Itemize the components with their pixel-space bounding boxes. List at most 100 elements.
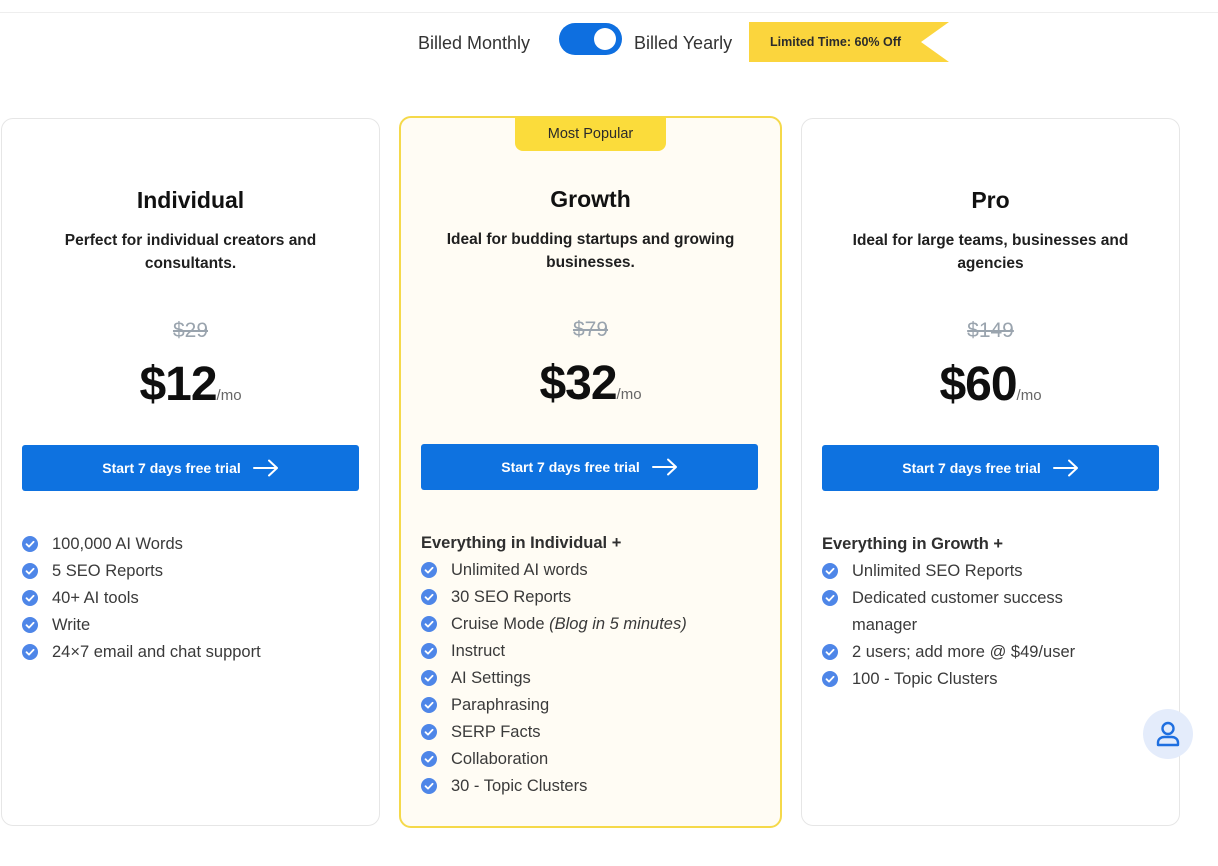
billing-switch-knob <box>594 28 616 50</box>
arrow-right-icon <box>651 458 677 476</box>
check-circle-icon <box>421 562 437 578</box>
feature-text: Collaboration <box>451 750 549 768</box>
feature-text: 30 - Topic Clusters <box>451 777 588 795</box>
check-circle-icon <box>22 590 38 606</box>
plan-card-individual: Individual Perfect for individual creato… <box>1 118 380 826</box>
feature-list: 100,000 AI Words 5 SEO Reports 40+ AI to… <box>22 531 369 666</box>
feature-item: 100,000 AI Words <box>22 531 369 558</box>
check-circle-icon <box>421 697 437 713</box>
current-price: $12 <box>139 358 217 411</box>
feature-item: Collaboration <box>421 746 770 773</box>
feature-item: 30 SEO Reports <box>421 584 770 611</box>
feature-item: 5 SEO Reports <box>22 558 369 585</box>
check-circle-icon <box>822 644 838 660</box>
feature-item: 30 - Topic Clusters <box>421 773 770 800</box>
price-period: /mo <box>616 386 642 403</box>
feature-note: (Blog in 5 minutes) <box>549 615 687 633</box>
feature-item: Dedicated customer success manager <box>822 585 1169 639</box>
feature-item: Paraphrasing <box>421 692 770 719</box>
plan-name: Growth <box>550 186 631 212</box>
start-trial-label: Start 7 days free trial <box>102 460 241 476</box>
feature-text: 2 users; add more @ $49/user <box>852 643 1076 661</box>
support-chat-button[interactable] <box>1143 709 1193 759</box>
feature-text: Instruct <box>451 642 506 660</box>
start-trial-button[interactable]: Start 7 days free trial <box>421 444 758 490</box>
feature-text: 40+ AI tools <box>52 589 139 607</box>
check-circle-icon <box>421 670 437 686</box>
feature-list: Everything in Individual + Unlimited AI … <box>421 530 770 800</box>
check-circle-icon <box>22 617 38 633</box>
feature-text: Unlimited SEO Reports <box>852 562 1023 580</box>
check-circle-icon <box>822 671 838 687</box>
feature-item: Cruise Mode (Blog in 5 minutes) <box>421 611 770 638</box>
start-trial-label: Start 7 days free trial <box>501 459 640 475</box>
price-row: $32/mo <box>401 356 780 411</box>
feature-text: Cruise Mode (Blog in 5 minutes) <box>451 611 687 638</box>
plan-name: Pro <box>971 187 1010 213</box>
feature-text: 100,000 AI Words <box>52 535 183 553</box>
user-icon <box>1156 721 1180 747</box>
check-circle-icon <box>22 563 38 579</box>
check-circle-icon <box>421 589 437 605</box>
feature-item: Write <box>22 612 369 639</box>
feature-item: Instruct <box>421 638 770 665</box>
feature-text: 100 - Topic Clusters <box>852 670 998 688</box>
feature-item: 40+ AI tools <box>22 585 369 612</box>
arrow-right-icon <box>1052 459 1078 477</box>
price-row: $60/mo <box>802 357 1179 412</box>
feature-item: 100 - Topic Clusters <box>822 666 1169 693</box>
most-popular-badge: Most Popular <box>515 117 666 151</box>
billed-yearly-label[interactable]: Billed Yearly <box>634 33 732 54</box>
check-circle-icon <box>22 536 38 552</box>
feature-text-main: Cruise Mode <box>451 615 545 633</box>
current-price: $32 <box>539 357 617 410</box>
check-circle-icon <box>822 563 838 579</box>
feature-text: Dedicated customer success manager <box>852 589 1063 634</box>
promo-ribbon: Limited Time: 60% Off <box>749 22 949 62</box>
plan-description: Ideal for large teams, businesses and ag… <box>852 232 1129 272</box>
feature-heading: Everything in Growth + <box>822 535 1004 553</box>
feature-item: 2 users; add more @ $49/user <box>822 639 1169 666</box>
feature-text: 30 SEO Reports <box>451 588 572 606</box>
plan-card-growth: Most Popular Growth Ideal for budding st… <box>399 116 782 828</box>
feature-item: SERP Facts <box>421 719 770 746</box>
feature-item: 24×7 email and chat support <box>22 639 369 666</box>
price-period: /mo <box>216 387 242 404</box>
original-price: $79 <box>572 318 609 341</box>
feature-text: Write <box>52 616 91 634</box>
check-circle-icon <box>421 724 437 740</box>
check-circle-icon <box>421 778 437 794</box>
feature-item: AI Settings <box>421 665 770 692</box>
check-circle-icon <box>822 590 838 606</box>
top-divider <box>0 12 1218 13</box>
billing-switch[interactable] <box>559 23 622 55</box>
start-trial-label: Start 7 days free trial <box>902 460 1041 476</box>
feature-text: SERP Facts <box>451 723 541 741</box>
check-circle-icon <box>421 616 437 632</box>
billed-monthly-label[interactable]: Billed Monthly <box>418 33 530 54</box>
original-price: $29 <box>172 319 209 342</box>
current-price: $60 <box>939 358 1017 411</box>
feature-text: 5 SEO Reports <box>52 562 163 580</box>
check-circle-icon <box>421 751 437 767</box>
feature-item: Unlimited SEO Reports <box>822 558 1169 585</box>
promo-text: Limited Time: 60% Off <box>770 35 902 49</box>
price-row: $12/mo <box>2 357 379 412</box>
original-price: $149 <box>967 319 1014 342</box>
feature-text: AI Settings <box>451 669 531 687</box>
feature-text: 24×7 email and chat support <box>52 643 261 661</box>
start-trial-button[interactable]: Start 7 days free trial <box>822 445 1159 491</box>
price-period: /mo <box>1016 387 1042 404</box>
feature-list: Everything in Growth + Unlimited SEO Rep… <box>822 531 1169 693</box>
billing-toggle: Billed Monthly Billed Yearly Limited Tim… <box>0 22 1218 62</box>
plan-description: Perfect for individual creators and cons… <box>64 232 317 272</box>
plan-card-pro: Pro Ideal for large teams, businesses an… <box>801 118 1180 826</box>
feature-text: Paraphrasing <box>451 696 550 714</box>
feature-item: Unlimited AI words <box>421 557 770 584</box>
arrow-right-icon <box>252 459 278 477</box>
plan-name: Individual <box>136 187 245 213</box>
start-trial-button[interactable]: Start 7 days free trial <box>22 445 359 491</box>
feature-heading: Everything in Individual + <box>421 534 622 552</box>
check-circle-icon <box>22 644 38 660</box>
plan-description: Ideal for budding startups and growing b… <box>446 231 735 271</box>
